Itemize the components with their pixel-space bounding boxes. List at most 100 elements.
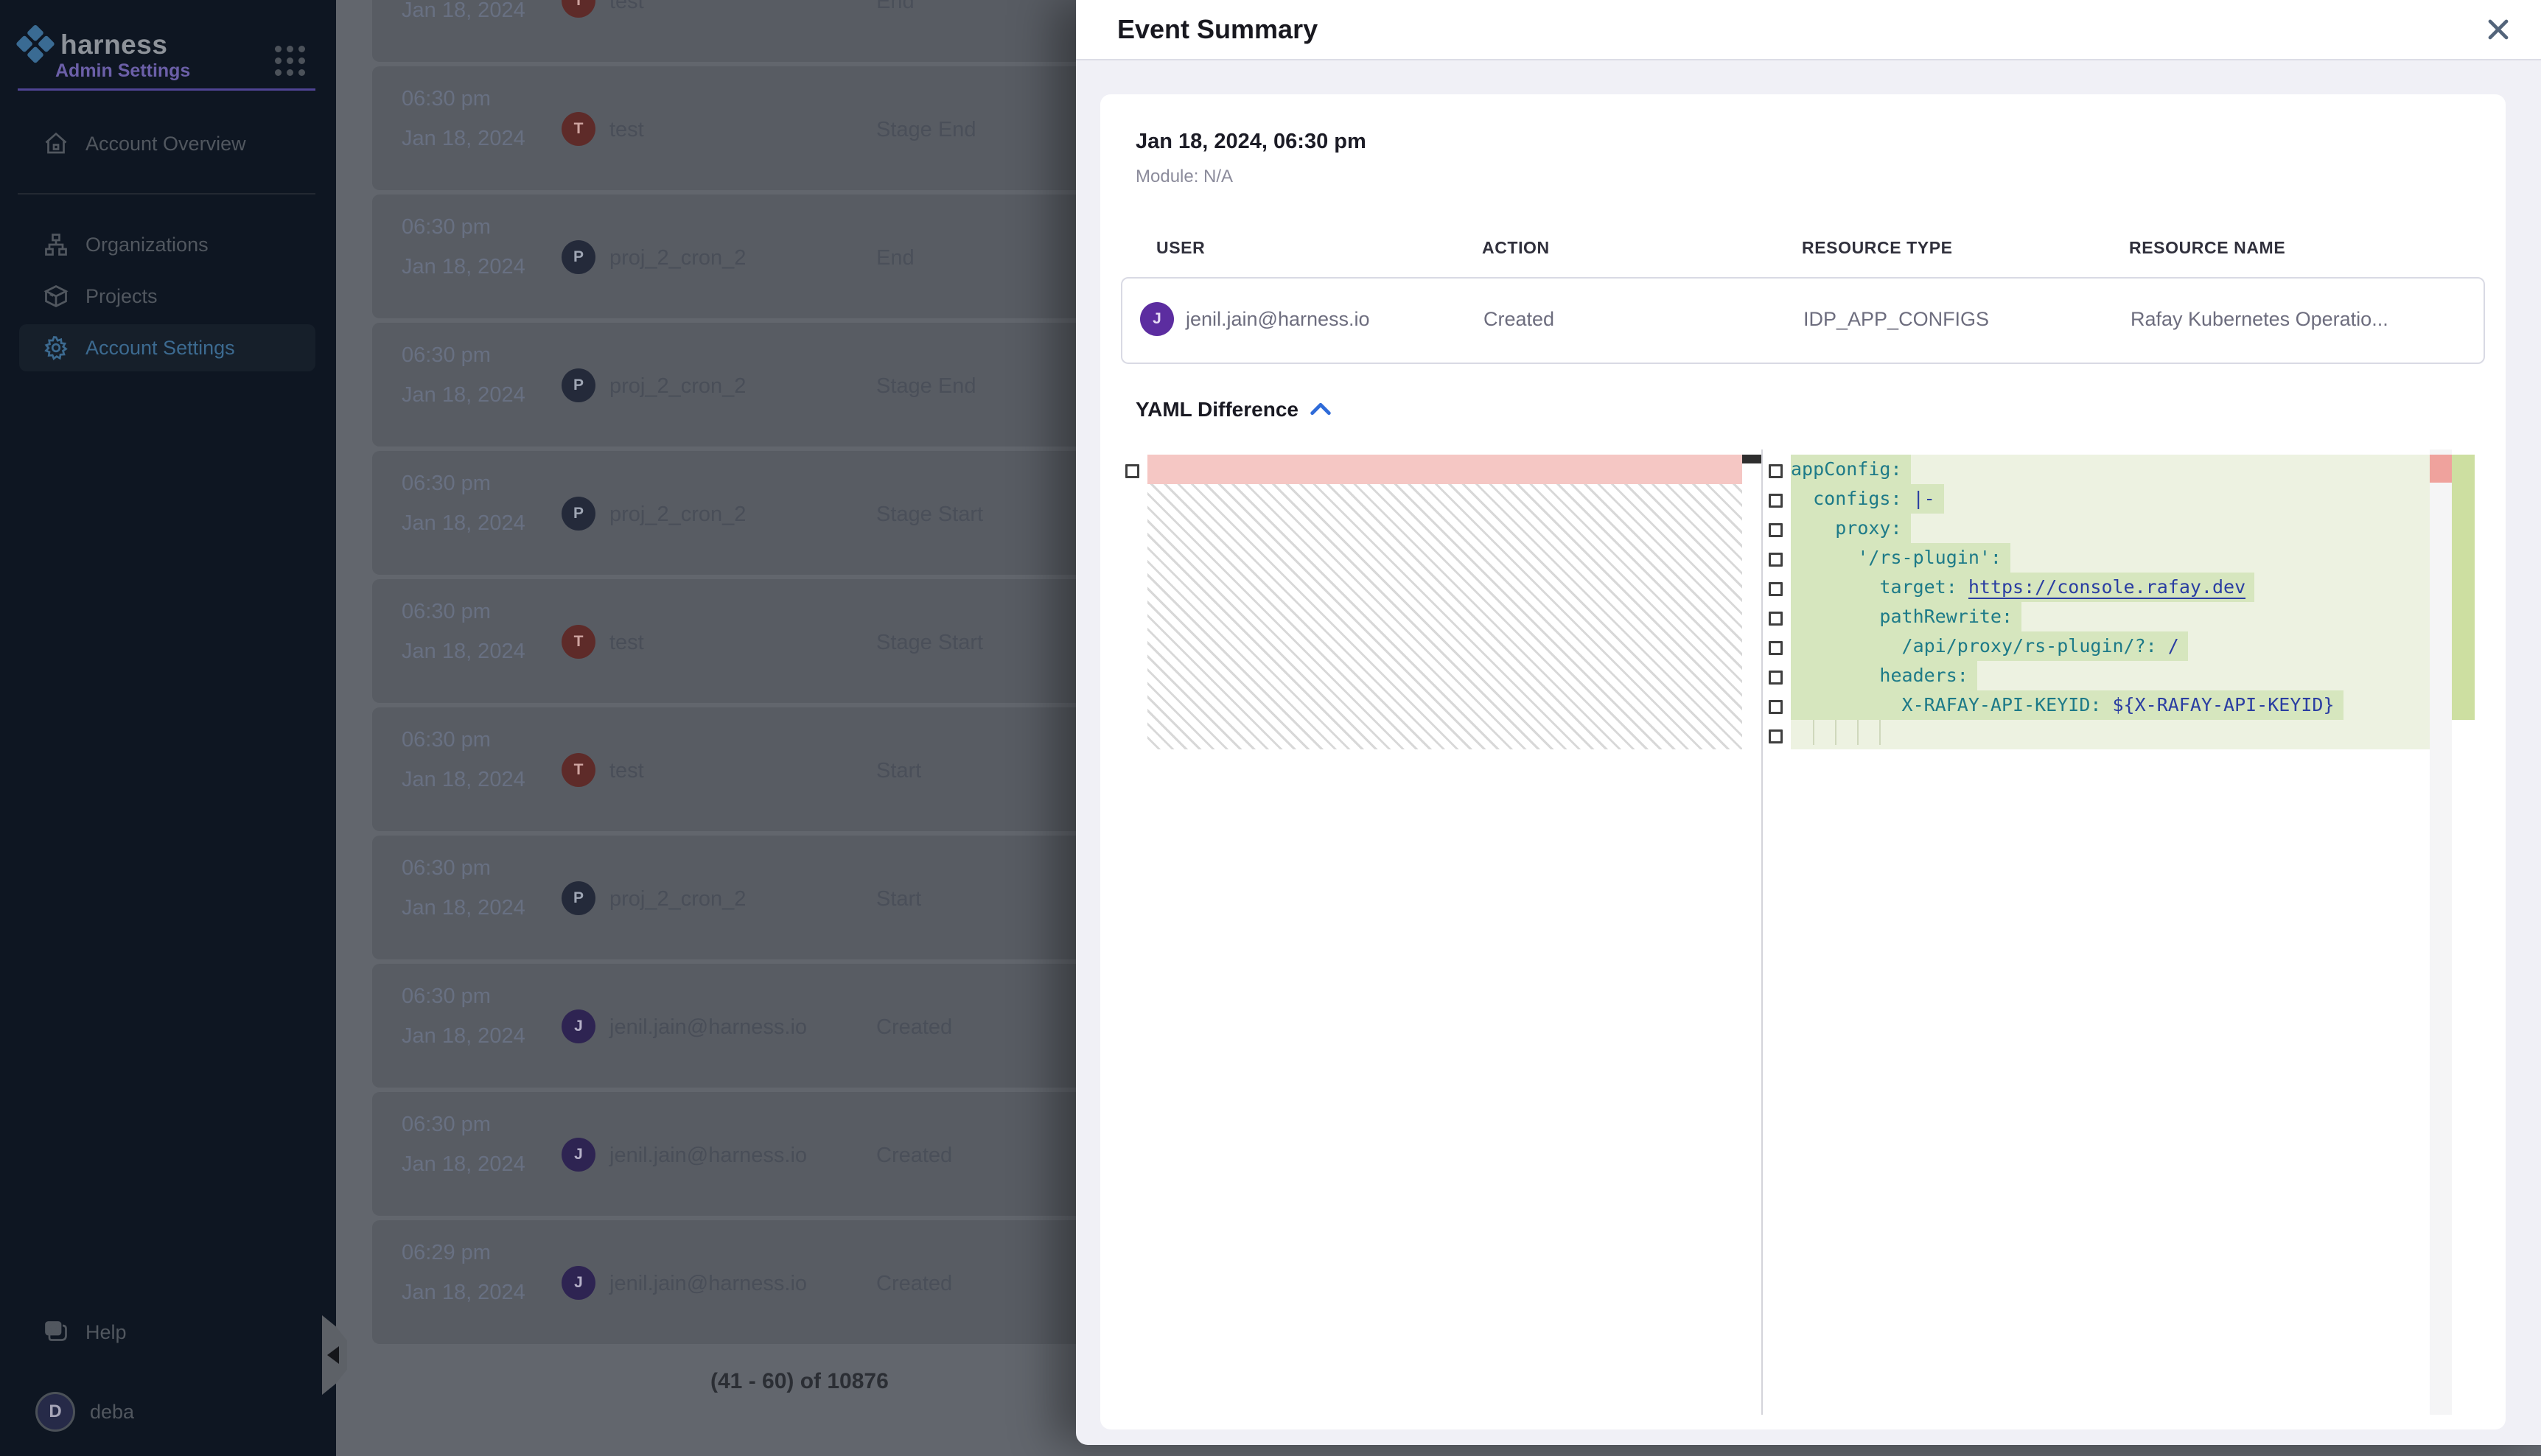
event-time: 06:30 pm: [402, 984, 491, 1009]
event-date: Jan 18, 2024: [402, 511, 525, 536]
svg-text:?: ?: [50, 1323, 56, 1334]
module-subtitle: Admin Settings: [55, 60, 190, 82]
user-avatar: D: [35, 1392, 75, 1432]
yaml-difference-label: YAML Difference: [1136, 398, 1299, 421]
user-avatar: J: [562, 1266, 595, 1300]
column-header-action: ACTION: [1482, 238, 1550, 258]
diff-line-marker[interactable]: [1769, 582, 1783, 596]
chevron-up-icon[interactable]: [1308, 399, 1333, 421]
code-line: target: https://console.rafay.dev: [1791, 573, 2430, 602]
sidebar-item-account-overview[interactable]: Account Overview: [19, 120, 315, 167]
event-resource-name: Rafay Kubernetes Operatio...: [2131, 308, 2388, 331]
app-grid-icon[interactable]: [275, 46, 306, 77]
user-avatar: T: [562, 625, 595, 659]
event-record-row[interactable]: J jenil.jain@harness.io Created IDP_APP_…: [1121, 277, 2485, 364]
code-line: pathRewrite:: [1791, 602, 2430, 631]
diff-line-marker[interactable]: [1769, 671, 1783, 685]
event-user: jenil.jain@harness.io: [1186, 308, 1370, 331]
user-avatar: J: [1140, 302, 1174, 336]
diff-line-marker[interactable]: [1769, 729, 1783, 743]
diff-scroll-track[interactable]: [2430, 449, 2452, 1415]
code-line: proxy:: [1791, 514, 2430, 543]
diff-line-marker[interactable]: [1769, 553, 1783, 567]
event-time: 06:30 pm: [402, 600, 491, 624]
event-action: End: [876, 0, 915, 14]
event-action: End: [876, 246, 915, 270]
event-time: 06:30 pm: [402, 343, 491, 368]
event-user: test: [609, 631, 644, 655]
diff-line-marker[interactable]: [1769, 523, 1783, 537]
event-action: Created: [1483, 308, 1554, 331]
user-avatar: P: [562, 240, 595, 274]
event-time: 06:30 pm: [402, 856, 491, 881]
event-user: test: [609, 0, 644, 14]
diff-line-marker[interactable]: [1769, 700, 1783, 714]
event-action: Created: [876, 1272, 952, 1296]
chevron-left-icon: [327, 1346, 339, 1364]
sidebar-user[interactable]: D deba: [19, 1390, 315, 1434]
code-line: '/rs-plugin':: [1791, 543, 2430, 573]
event-datetime: Jan 18, 2024, 06:30 pm: [1136, 130, 1366, 154]
code-line: X-RAFAY-API-KEYID: ${X-RAFAY-API-KEYID}: [1791, 690, 2430, 720]
event-action: Start: [876, 759, 921, 783]
code-line-empty: [1791, 720, 2430, 749]
help-chat-icon: ?: [43, 1319, 69, 1345]
user-name: deba: [90, 1401, 134, 1424]
user-avatar: J: [562, 1138, 595, 1172]
event-time: 06:30 pm: [402, 215, 491, 239]
close-icon[interactable]: [2482, 13, 2514, 46]
diff-line-marker[interactable]: [1769, 464, 1783, 478]
user-avatar: T: [562, 112, 595, 146]
drawer-title: Event Summary: [1117, 14, 1318, 45]
target-url-link[interactable]: https://console.rafay.dev: [1968, 576, 2245, 599]
harness-logo-icon: [15, 24, 57, 66]
event-resource-type: IDP_APP_CONFIGS: [1803, 308, 1989, 331]
brand-logo[interactable]: harness: [21, 29, 167, 60]
code-line: appConfig:: [1791, 455, 2430, 484]
event-summary-card: Jan 18, 2024, 06:30 pm Module: N/A USER …: [1100, 94, 2506, 1429]
diff-right-margin: [2475, 449, 2491, 1415]
user-avatar: T: [562, 0, 595, 18]
event-user: jenil.jain@harness.io: [609, 1144, 807, 1168]
help-label: Help: [85, 1321, 127, 1344]
diff-left-pane: [1147, 449, 1761, 1415]
sidebar-item-label: Account Settings: [85, 337, 235, 360]
diff-line-marker[interactable]: [1769, 641, 1783, 655]
event-module: Module: N/A: [1136, 167, 1233, 187]
event-action: Stage Start: [876, 631, 983, 655]
gear-icon: [43, 335, 69, 361]
event-date: Jan 18, 2024: [402, 1152, 525, 1177]
event-action: Start: [876, 887, 921, 911]
event-user: proj_2_cron_2: [609, 246, 746, 270]
user-avatar: T: [562, 753, 595, 787]
sidebar-item-help[interactable]: ? Help: [19, 1310, 315, 1354]
event-date: Jan 18, 2024: [402, 0, 525, 23]
event-date: Jan 18, 2024: [402, 255, 525, 279]
diff-filler-hatch: [1147, 484, 1742, 749]
sidebar-item-account-settings[interactable]: Account Settings: [19, 324, 315, 371]
brand-name: harness: [60, 29, 167, 60]
event-time: 06:29 pm: [402, 1241, 491, 1265]
sidebar-item-label: Organizations: [85, 234, 209, 256]
diff-line-marker[interactable]: [1125, 464, 1139, 478]
event-date: Jan 18, 2024: [402, 640, 525, 664]
event-user: test: [609, 759, 644, 783]
event-date: Jan 18, 2024: [402, 1024, 525, 1049]
event-user: proj_2_cron_2: [609, 503, 746, 527]
user-avatar: P: [562, 497, 595, 531]
event-date: Jan 18, 2024: [402, 127, 525, 151]
event-action: Created: [876, 1144, 952, 1168]
diff-right-pane: appConfig: configs: |- proxy: '/rs-plugi…: [1791, 449, 2430, 1415]
pagination-range: (41 - 60) of 10876: [710, 1369, 889, 1394]
diff-line-marker[interactable]: [1769, 494, 1783, 508]
event-user: jenil.jain@harness.io: [609, 1015, 807, 1040]
sidebar-item-projects[interactable]: Projects: [19, 273, 315, 320]
event-date: Jan 18, 2024: [402, 383, 525, 407]
yaml-diff-viewer: appConfig: configs: |- proxy: '/rs-plugi…: [1115, 449, 2491, 1415]
drawer-header: Event Summary: [1076, 0, 2541, 60]
user-avatar: J: [562, 1009, 595, 1043]
diff-line-marker[interactable]: [1769, 612, 1783, 626]
sidebar-item-organizations[interactable]: Organizations: [19, 221, 315, 268]
event-time: 06:30 pm: [402, 728, 491, 752]
event-date: Jan 18, 2024: [402, 896, 525, 920]
